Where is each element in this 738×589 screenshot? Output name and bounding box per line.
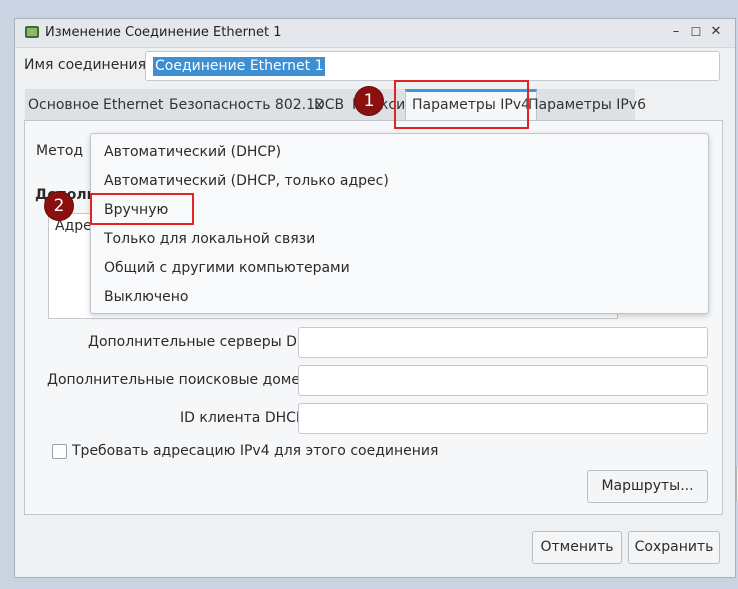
require-ipv4-label[interactable]: Требовать адресацию IPv4 для этого соеди… [72,443,438,459]
minimize-icon[interactable]: – [667,23,685,41]
ipv4-tab-highlight [394,80,529,129]
close-icon[interactable]: ✕ [707,23,725,41]
tab-dcb[interactable]: DCB [314,89,344,121]
method-option-dhcp-address-only[interactable]: Автоматический (DHCP, только адрес) [104,170,389,192]
tab-general[interactable]: Основное [28,89,99,121]
cancel-button[interactable]: Отменить [532,531,622,564]
save-button[interactable]: Сохранить [628,531,720,564]
tab-security-8021x[interactable]: Безопасность 802.1x [169,89,323,121]
dhcp-client-id-input[interactable] [298,403,708,434]
method-option-link-local[interactable]: Только для локальной связи [104,228,315,250]
dns-servers-label: Дополнительные серверы DNS [88,334,317,350]
dns-servers-input[interactable] [298,327,708,358]
title-bar[interactable]: Изменение Соединение Ethernet 1 – ☐ ✕ [15,19,735,48]
maximize-icon[interactable]: ☐ [687,23,705,41]
method-option-shared[interactable]: Общий с другими компьютерами [104,257,350,279]
search-domains-input[interactable] [298,365,708,396]
connection-name-input[interactable]: Соединение Ethernet 1 [145,51,720,81]
manual-option-highlight [90,193,194,225]
connection-name-label: Имя соединения [24,57,147,73]
window-title: Изменение Соединение Ethernet 1 [45,25,282,40]
step-marker-1: 1 [355,87,383,115]
search-domains-label: Дополнительные поисковые домены [47,372,321,388]
method-option-disabled[interactable]: Выключено [104,286,188,308]
tab-ipv6-settings[interactable]: Параметры IPv6 [528,89,646,121]
routes-button[interactable]: Маршруты... [587,470,708,503]
network-connection-icon [25,26,39,38]
addresses-column-header[interactable]: Адре [55,218,92,234]
require-ipv4-checkbox[interactable] [52,444,67,459]
dhcp-client-id-label: ID клиента DHCP [180,410,305,426]
connection-name-value: Соединение Ethernet 1 [153,57,326,76]
step-marker-2: 2 [45,192,73,220]
method-option-dhcp[interactable]: Автоматический (DHCP) [104,141,281,163]
tab-ethernet[interactable]: Ethernet [103,89,163,121]
method-label: Метод [36,143,84,159]
